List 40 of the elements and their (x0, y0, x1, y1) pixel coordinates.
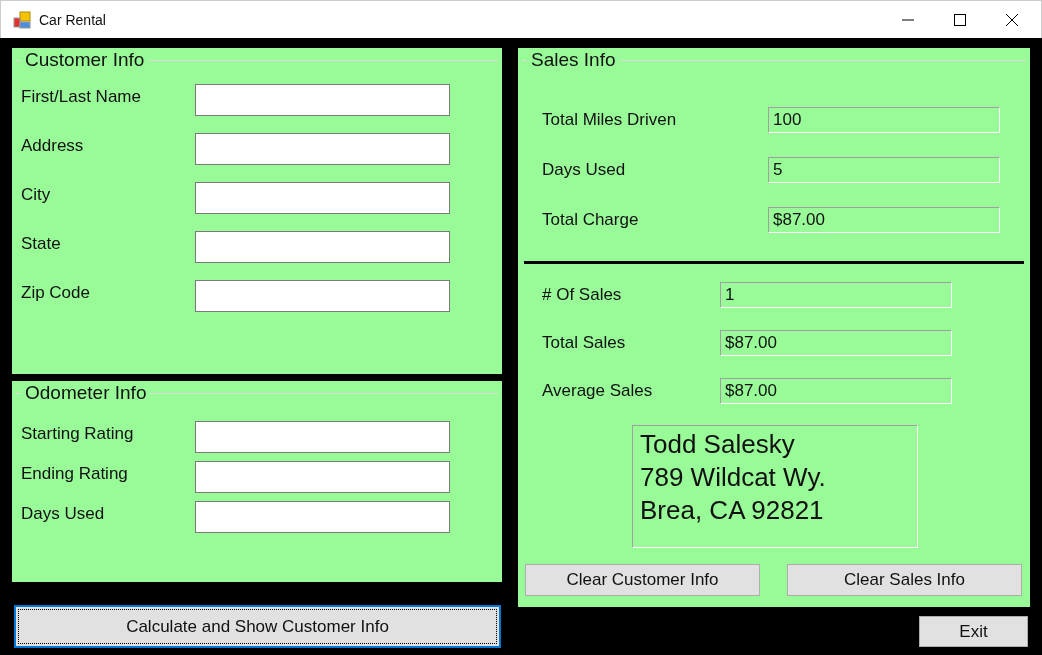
output-field: 1 (720, 282, 952, 308)
exit-button[interactable]: Exit (919, 616, 1028, 647)
input-field[interactable] (195, 182, 450, 214)
field-label: City (21, 184, 52, 206)
close-icon (1005, 12, 1019, 27)
output-field: $87.00 (720, 330, 952, 356)
input-field[interactable] (195, 231, 450, 263)
field-label: Ending Rating (21, 463, 129, 485)
input-field[interactable] (195, 461, 450, 493)
output-field: 5 (768, 157, 1000, 183)
input-field[interactable] (195, 421, 450, 453)
field-label: # Of Sales (542, 285, 623, 305)
address-line: 789 Wildcat Wy. (640, 461, 827, 494)
calculate-button[interactable]: Calculate and Show Customer Info (14, 605, 501, 648)
clear-button[interactable]: Clear Customer Info (525, 564, 760, 596)
field-label: First/Last Name (21, 86, 142, 108)
field-label: Total Miles Driven (542, 110, 678, 130)
output-field: $87.00 (768, 207, 1000, 233)
field-label: Days Used (542, 160, 627, 180)
field-label: Starting Rating (21, 423, 135, 445)
address-line: Todd Salesky (640, 428, 796, 461)
input-field[interactable] (195, 280, 450, 312)
field-label: Total Charge (542, 210, 640, 230)
input-field[interactable] (195, 133, 450, 165)
address-line: Brea, CA 92821 (640, 494, 825, 527)
field-label: Average Sales (542, 381, 654, 401)
window-title: Car Rental (39, 11, 107, 28)
input-field[interactable] (195, 84, 450, 116)
field-label: Days Used (21, 503, 106, 525)
clear-button[interactable]: Clear Sales Info (787, 564, 1022, 596)
input-field[interactable] (195, 501, 450, 533)
field-label: Address (21, 135, 85, 157)
field-label: Zip Code (21, 282, 91, 304)
minimize-icon (901, 18, 915, 21)
maximize-icon (953, 12, 967, 27)
app-icon (13, 10, 31, 29)
field-label: Total Sales (542, 333, 627, 353)
output-field: $87.00 (720, 378, 952, 404)
field-label: State (21, 233, 62, 255)
output-field: 100 (768, 107, 1000, 133)
